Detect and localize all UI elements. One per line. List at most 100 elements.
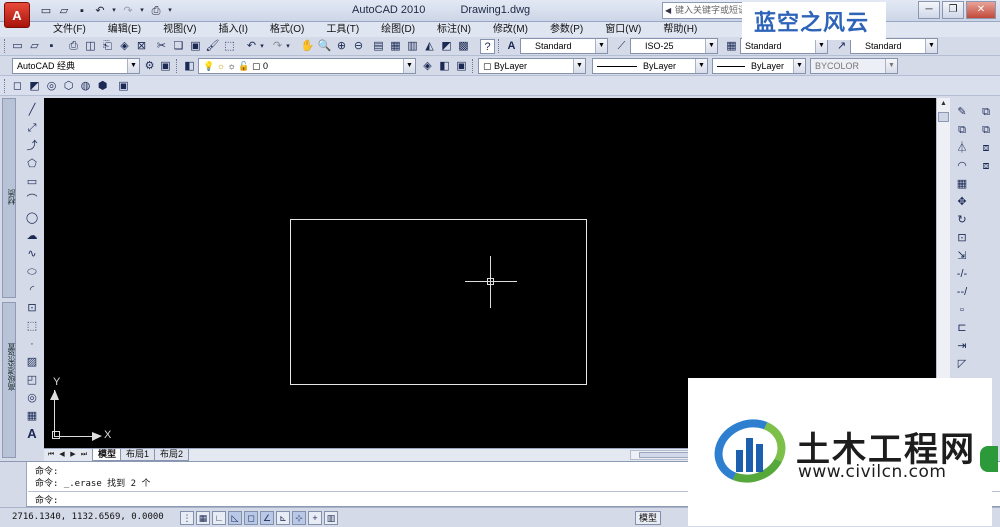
chevron-down-icon[interactable]: ▾ bbox=[110, 3, 118, 19]
zoom-previous-icon[interactable]: ⊖ bbox=[351, 39, 366, 54]
menu-tools[interactable]: 工具(T) bbox=[315, 23, 370, 36]
circle-icon[interactable]: ◯ bbox=[24, 210, 40, 226]
offset-icon[interactable]: ◠ bbox=[954, 158, 970, 174]
model-space-button[interactable]: 模型 bbox=[635, 511, 662, 525]
help-icon[interactable]: ? bbox=[480, 39, 495, 54]
command-window-handle[interactable] bbox=[0, 462, 27, 508]
save-icon[interactable]: ▪ bbox=[44, 39, 59, 54]
region-icon[interactable]: ◎ bbox=[24, 390, 40, 406]
plot-icon[interactable]: ⎙ bbox=[66, 39, 81, 54]
sheet-set-icon[interactable]: ◭ bbox=[422, 39, 437, 54]
point-icon[interactable]: · bbox=[24, 336, 40, 352]
cut-icon[interactable]: ✂ bbox=[154, 39, 169, 54]
3d-dwf-icon[interactable]: ◈ bbox=[117, 39, 132, 54]
tab-layout2[interactable]: 布局2 bbox=[154, 449, 190, 461]
line-icon[interactable]: ╱ bbox=[24, 102, 40, 118]
publish-icon[interactable]: ⎗ bbox=[100, 39, 115, 54]
coordinate-readout[interactable]: 2716.1340, 1132.6569, 0.0000 bbox=[12, 512, 164, 522]
chevron-down-icon[interactable]: ▾ bbox=[138, 3, 146, 19]
menu-modify[interactable]: 修改(M) bbox=[482, 23, 539, 36]
new-file-icon[interactable]: ▭ bbox=[38, 3, 54, 19]
dynamic-ucs-icon[interactable]: ⊾ bbox=[276, 511, 290, 525]
menu-window[interactable]: 窗口(W) bbox=[594, 23, 652, 36]
polar-tracking-icon[interactable]: ◺ bbox=[228, 511, 242, 525]
view-render-icon[interactable]: ▣ bbox=[116, 79, 131, 94]
chamfer-icon[interactable]: ◸ bbox=[954, 356, 970, 372]
scale-icon[interactable]: ⊡ bbox=[954, 230, 970, 246]
menu-format[interactable]: 格式(O) bbox=[259, 23, 315, 36]
design-center-icon[interactable]: ▦ bbox=[388, 39, 403, 54]
spline-icon[interactable]: ∿ bbox=[24, 246, 40, 262]
plot-preview-icon[interactable]: ◫ bbox=[83, 39, 98, 54]
paste-icon[interactable]: ▣ bbox=[188, 39, 203, 54]
stretch-icon[interactable]: ⇲ bbox=[954, 248, 970, 264]
snap-mode-icon[interactable]: ⋮ bbox=[180, 511, 194, 525]
erase-icon[interactable]: ✎ bbox=[954, 104, 970, 120]
layer-vp-freeze-icon[interactable]: ☼ bbox=[228, 61, 236, 71]
application-menu-button[interactable]: A bbox=[4, 2, 30, 28]
chevron-down-icon[interactable]: ▼ bbox=[885, 59, 897, 73]
copy-icon[interactable]: ❏ bbox=[171, 39, 186, 54]
minimize-icon[interactable]: ─ bbox=[918, 1, 940, 19]
undo-icon[interactable]: ↶ bbox=[92, 3, 108, 19]
layer-lock-icon[interactable]: 🔓 bbox=[238, 61, 249, 71]
layer-previous-icon[interactable]: ◧ bbox=[437, 59, 452, 74]
chevron-down-icon[interactable]: ▼ bbox=[573, 59, 585, 73]
chevron-down-icon[interactable]: ▼ bbox=[403, 59, 415, 73]
array-icon[interactable]: ▦ bbox=[954, 176, 970, 192]
layer-properties-icon[interactable]: ◧ bbox=[182, 59, 197, 74]
toolbar-grip[interactable] bbox=[4, 79, 7, 93]
multileader-style-icon[interactable]: ↗ bbox=[834, 39, 849, 54]
save-icon[interactable]: ▪ bbox=[74, 3, 90, 19]
chevron-down-icon[interactable]: ▼ bbox=[595, 39, 607, 53]
menu-dimension[interactable]: 标注(N) bbox=[426, 23, 482, 36]
expand-arrow-icon[interactable]: ◀ bbox=[665, 3, 671, 18]
draw-order-back-icon[interactable]: ⧉ bbox=[978, 122, 994, 138]
table-style-select[interactable]: Standard ▼ bbox=[740, 38, 828, 54]
prev-tab-icon[interactable]: ◀ bbox=[57, 450, 67, 460]
multiline-text-icon[interactable]: A bbox=[24, 426, 40, 442]
ellipse-arc-icon[interactable]: ◜ bbox=[24, 282, 40, 298]
toolbar-grip[interactable] bbox=[176, 59, 179, 73]
workspace-settings-icon[interactable]: ⚙ bbox=[142, 59, 157, 74]
table-style-icon[interactable]: ▦ bbox=[724, 39, 739, 54]
menu-file[interactable]: 文件(F) bbox=[42, 23, 97, 36]
plot-icon[interactable]: ⎙ bbox=[148, 3, 164, 19]
lineweight-select[interactable]: ByLayer ▼ bbox=[712, 58, 806, 74]
command-prompt[interactable]: 命令: bbox=[35, 493, 58, 506]
text-style-select[interactable]: Standard ▼ bbox=[520, 38, 608, 54]
view-box-icon[interactable]: ⬢ bbox=[95, 79, 110, 94]
plotstyle-select[interactable]: BYCOLOR ▼ bbox=[810, 58, 898, 74]
menu-edit[interactable]: 编辑(E) bbox=[97, 23, 152, 36]
etransmit-icon[interactable]: ⊠ bbox=[134, 39, 149, 54]
multileader-style-select[interactable]: Standard ▼ bbox=[850, 38, 938, 54]
chevron-down-icon[interactable]: ▾ bbox=[284, 39, 292, 54]
color-select[interactable]: ▢ ByLayer ▼ bbox=[478, 58, 586, 74]
text-style-icon[interactable]: A bbox=[504, 39, 519, 54]
advanced-render-strip[interactable]: 高级渲染设置 bbox=[2, 302, 16, 458]
materials-strip[interactable]: 材质 bbox=[2, 98, 16, 298]
chevron-down-icon[interactable]: ▼ bbox=[695, 59, 707, 73]
rectangle-icon[interactable]: ▭ bbox=[24, 174, 40, 190]
toolbar-grip[interactable] bbox=[4, 39, 7, 53]
table-icon[interactable]: ▦ bbox=[24, 408, 40, 424]
lineweight-icon[interactable]: + bbox=[308, 511, 322, 525]
workspace-select[interactable]: AutoCAD 经典 ▼ bbox=[12, 58, 140, 74]
join-icon[interactable]: ⇥ bbox=[954, 338, 970, 354]
extend-icon[interactable]: --/ bbox=[954, 284, 970, 300]
arc-icon[interactable]: ⌒ bbox=[24, 192, 40, 208]
undo-icon[interactable]: ↶ bbox=[244, 39, 259, 54]
view-cube-icon[interactable]: ⬡ bbox=[61, 79, 76, 94]
make-block-icon[interactable]: ⬚ bbox=[24, 318, 40, 334]
quickcalc-icon[interactable]: ▩ bbox=[456, 39, 471, 54]
open-file-icon[interactable]: ▱ bbox=[56, 3, 72, 19]
dimension-style-icon[interactable]: ⟋ bbox=[614, 39, 629, 54]
layer-states-icon[interactable]: ▣ bbox=[454, 59, 469, 74]
tool-palettes-icon[interactable]: ▥ bbox=[405, 39, 420, 54]
bring-above-icon[interactable]: ⧈ bbox=[978, 140, 994, 156]
pan-icon[interactable]: ✋ bbox=[300, 39, 315, 54]
first-tab-icon[interactable]: ⏮ bbox=[46, 450, 56, 460]
draw-order-front-icon[interactable]: ⧉ bbox=[978, 104, 994, 120]
copy-object-icon[interactable]: ⧉ bbox=[954, 122, 970, 138]
chevron-down-icon[interactable]: ▼ bbox=[793, 59, 805, 73]
